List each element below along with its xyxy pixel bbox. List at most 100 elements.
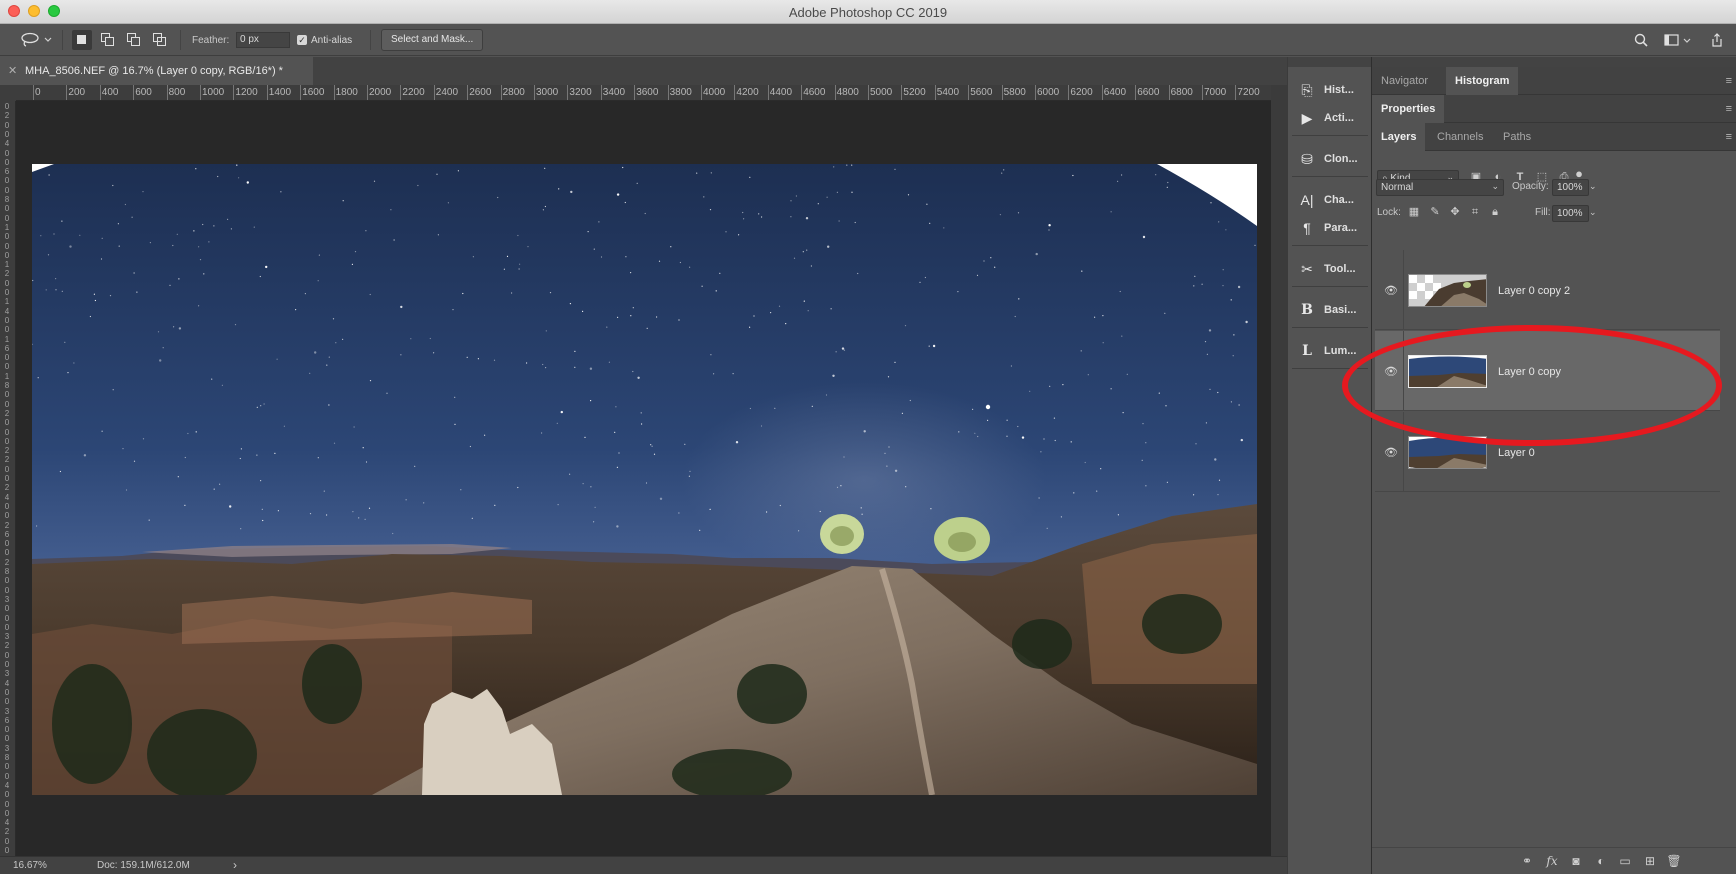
ruler-tick — [200, 85, 201, 100]
fill-input[interactable]: 100% — [1552, 205, 1589, 222]
add-to-selection-button[interactable] — [98, 30, 118, 50]
lock-all-icon[interactable]: 🔒︎ — [1488, 205, 1502, 219]
layer-thumbnail — [1408, 274, 1487, 307]
workspace-switcher[interactable] — [1664, 24, 1692, 56]
ruler-tick-label: 0 — [4, 185, 10, 195]
lock-image-pixels-icon[interactable]: ✎ — [1428, 205, 1442, 219]
eye-icon[interactable]: 👁︎ — [1384, 446, 1398, 459]
opacity-input[interactable]: 100% — [1552, 179, 1589, 196]
layer-name[interactable]: Layer 0 copy 2 — [1498, 285, 1570, 297]
new-adjustment-layer-icon[interactable]: ◐ — [1593, 854, 1609, 868]
tab-histogram[interactable]: Histogram — [1446, 67, 1519, 95]
separator — [62, 30, 63, 50]
layer-row-layer-0-copy[interactable]: 👁︎ Layer 0 copy — [1375, 331, 1720, 411]
dock-item-tool-presets[interactable]: ✂ Tool... — [1290, 257, 1368, 281]
lock-label: Lock: — [1377, 207, 1401, 218]
collapsed-panel-dock: ⎘ Hist... ▶ Acti... ⛁ Clon... A| Cha... … — [1287, 57, 1371, 874]
tab-properties[interactable]: Properties — [1372, 95, 1445, 123]
ruler-tick-label: 6200 — [1070, 87, 1093, 98]
search-button[interactable] — [1634, 24, 1648, 56]
ruler-tick — [1202, 85, 1203, 100]
title-bar: Adobe Photoshop CC 2019 — [0, 0, 1736, 24]
document-canvas[interactable] — [16, 101, 1271, 856]
lock-position-icon[interactable]: ✥ — [1448, 205, 1462, 219]
ruler-tick-label: 6400 — [1103, 87, 1127, 98]
ruler-tick-label: 0 — [4, 548, 10, 558]
dock-item-basic[interactable]: B Basi... — [1290, 298, 1368, 322]
ruler-tick-label: 0 — [4, 148, 10, 158]
tool-presets-icon: ✂ — [1301, 260, 1313, 277]
ruler-tick-label: 2800 — [502, 87, 525, 98]
new-group-folder-icon[interactable]: ▭ — [1617, 854, 1633, 868]
dock-item-character[interactable]: A| Cha... — [1290, 188, 1368, 212]
dock-item-actions[interactable]: ▶ Acti... — [1290, 106, 1368, 130]
feather-input[interactable]: 0 px — [236, 32, 290, 48]
ruler-tick-label: 0 — [4, 762, 10, 772]
ruler-tick-label: 0 — [4, 213, 10, 223]
tab-paths[interactable]: Paths — [1494, 123, 1540, 151]
lock-artboard-icon[interactable]: ⌗ — [1468, 205, 1482, 219]
vertical-scrollbar[interactable] — [1271, 85, 1287, 856]
ruler-tick-label: 0 — [4, 808, 10, 818]
ruler-tick-label: 2000 — [369, 87, 392, 98]
horizontal-ruler[interactable]: 0 200 400 600 800 1000 1200 1400 1600 1800 2000 220… — [16, 85, 1271, 101]
dock-item-clone-source[interactable]: ⛁ Clon... — [1290, 147, 1368, 171]
chevron-right-icon[interactable]: › — [233, 858, 237, 872]
dock-item-paragraph[interactable]: ¶ Para... — [1290, 216, 1368, 240]
ruler-tick-label: 1 — [4, 371, 10, 381]
ruler-tick-label: 2400 — [435, 87, 459, 98]
eye-icon[interactable]: 👁︎ — [1384, 284, 1398, 297]
panel-menu-icon[interactable]: ≡ — [1726, 131, 1732, 143]
close-icon[interactable]: ✕ — [8, 64, 17, 77]
chevron-down-icon[interactable]: ⌄ — [1589, 207, 1597, 218]
dock-item-luminosity[interactable]: L Lum... — [1290, 339, 1368, 363]
new-layer-icon[interactable]: ⊞ — [1642, 854, 1658, 868]
layers-channels-paths-tabs: Layers Channels Paths ≡ — [1372, 123, 1736, 151]
dock-item-label: Para... — [1324, 222, 1358, 234]
panel-collapse-strip[interactable] — [1372, 57, 1736, 67]
panel-menu-icon[interactable]: ≡ — [1726, 103, 1732, 115]
ruler-tick-label: 8 — [4, 381, 10, 390]
ruler-tick — [901, 85, 903, 100]
ruler-tick-label: 4 — [4, 306, 10, 316]
ruler-tick — [767, 85, 769, 100]
ruler-tick-label: 1 — [4, 222, 10, 232]
ruler-tick-label: 8 — [4, 567, 10, 576]
ruler-tick-label: 3 — [4, 743, 10, 753]
zoom-level[interactable]: 16.67% — [13, 860, 47, 871]
intersect-selection-button[interactable] — [150, 30, 170, 50]
ruler-tick — [500, 85, 502, 100]
select-and-mask-button[interactable]: Select and Mask... — [381, 29, 484, 51]
add-mask-icon[interactable]: ◙ — [1568, 854, 1584, 868]
ruler-tick — [1135, 85, 1137, 100]
tab-layers[interactable]: Layers — [1372, 123, 1426, 151]
panel-menu-icon[interactable]: ≡ — [1726, 75, 1732, 87]
dock-item-history[interactable]: ⎘ Hist... — [1290, 78, 1368, 102]
ruler-tick-label: 0 — [4, 399, 10, 409]
dock-header — [1288, 57, 1371, 67]
delete-layer-icon[interactable]: 🗑︎ — [1666, 854, 1682, 868]
chevron-down-icon[interactable]: ⌄ — [1589, 181, 1597, 192]
layer-name[interactable]: Layer 0 copy — [1498, 366, 1561, 378]
vertical-ruler[interactable]: 0200400600800100012001400160018002000220… — [0, 101, 16, 856]
tab-channels[interactable]: Channels — [1428, 123, 1492, 151]
antialias-checkbox[interactable]: ✓ Anti-alias — [297, 24, 352, 56]
separator — [1292, 135, 1368, 136]
tab-navigator[interactable]: Navigator — [1372, 67, 1437, 95]
new-selection-button[interactable] — [72, 30, 92, 50]
lasso-tool-preset-picker[interactable] — [20, 24, 54, 56]
eye-icon[interactable]: 👁︎ — [1384, 365, 1398, 378]
blend-mode-select[interactable]: Normal ⌄ — [1376, 179, 1504, 196]
layer-row-layer-0[interactable]: 👁︎ Layer 0 — [1375, 412, 1720, 492]
ruler-tick-label: 5400 — [936, 87, 960, 98]
share-button[interactable] — [1710, 24, 1724, 56]
layer-row-layer-0-copy-2[interactable]: 👁︎ Layer 0 copy 2 — [1375, 250, 1720, 330]
layer-style-fx-icon[interactable]: fx — [1544, 854, 1560, 868]
ruler-tick-label: 2 — [4, 557, 10, 567]
link-layers-icon[interactable]: ⚭ — [1519, 854, 1535, 868]
lock-transparency-icon[interactable]: ▦ — [1407, 205, 1421, 219]
subtract-from-selection-button[interactable] — [124, 30, 144, 50]
document-tab[interactable]: ✕ MHA_8506.NEF @ 16.7% (Layer 0 copy, RG… — [0, 57, 313, 85]
dock-item-label: Hist... — [1324, 84, 1354, 96]
layer-name[interactable]: Layer 0 — [1498, 447, 1535, 459]
